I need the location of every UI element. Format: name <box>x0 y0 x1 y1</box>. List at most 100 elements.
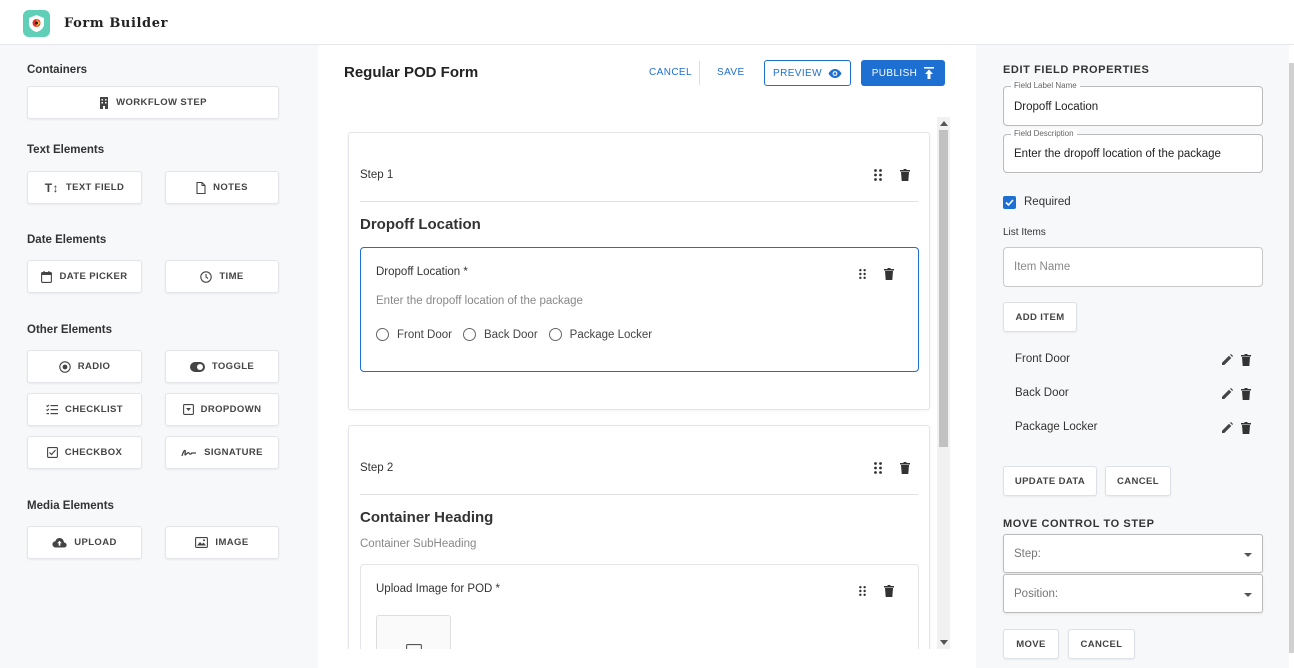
caret-down-icon <box>1244 593 1252 597</box>
list-item: Back Door <box>1015 387 1069 399</box>
radio-option-label: Front Door <box>397 328 452 341</box>
panel-scrollbar[interactable] <box>1289 45 1294 668</box>
container-subheading: Container SubHeading <box>360 538 477 550</box>
section-title-media: Media Elements <box>27 500 114 512</box>
field-label-name-input[interactable]: Field Label Name Dropoff Location <box>1003 81 1263 126</box>
shield-logo-icon <box>29 15 44 32</box>
text-field-button[interactable]: T↕ TEXT FIELD <box>27 171 142 204</box>
position-select-placeholder: Position: <box>1014 588 1059 600</box>
list-items-title: List Items <box>1003 227 1046 238</box>
trash-icon[interactable] <box>1241 422 1251 434</box>
properties-title: EDIT FIELD PROPERTIES <box>1003 64 1150 76</box>
time-button[interactable]: TIME <box>165 260 279 293</box>
field-description: Enter the dropoff location of the packag… <box>376 295 583 307</box>
required-checkbox[interactable] <box>1003 196 1016 209</box>
signature-button[interactable]: SIGNATURE <box>165 436 279 469</box>
notes-button[interactable]: NOTES <box>165 171 279 204</box>
edit-pencil-icon[interactable] <box>1221 354 1233 366</box>
workflow-step-label: WORKFLOW STEP <box>116 97 207 108</box>
scroll-down-arrow-icon[interactable] <box>940 640 948 645</box>
field-description-value: Enter the dropoff location of the packag… <box>1014 148 1221 160</box>
save-button[interactable]: SAVE <box>717 67 745 78</box>
toolbar-divider <box>699 61 700 85</box>
form-title: Regular POD Form <box>344 64 479 81</box>
time-label: TIME <box>219 271 244 282</box>
app-title: Form Builder <box>64 16 169 31</box>
workflow-step-button[interactable]: WORKFLOW STEP <box>27 86 279 119</box>
element-palette: Containers WORKFLOW STEP Text Elements T… <box>0 45 318 668</box>
item-name-input[interactable]: Item Name <box>1003 247 1263 287</box>
edit-pencil-icon[interactable] <box>1221 422 1233 434</box>
canvas-scrollbar[interactable] <box>937 117 950 649</box>
radio-option-label: Package Locker <box>569 328 653 341</box>
move-button[interactable]: MOVE <box>1003 629 1059 659</box>
image-button[interactable]: IMAGE <box>165 526 279 559</box>
cloud-upload-icon <box>52 537 67 548</box>
container-heading: Dropoff Location <box>360 216 481 233</box>
radio-option-front-door[interactable]: Front Door <box>376 328 452 341</box>
toggle-label: TOGGLE <box>211 361 255 372</box>
preview-button[interactable]: PREVIEW <box>764 60 851 86</box>
date-picker-label: DATE PICKER <box>59 271 128 282</box>
eye-icon <box>828 68 842 78</box>
upload-field-card[interactable]: Upload Image for POD * <box>360 564 919 649</box>
scroll-up-arrow-icon[interactable] <box>940 121 948 126</box>
scroll-thumb[interactable] <box>939 130 948 447</box>
drag-handle-icon[interactable] <box>858 585 867 597</box>
upload-button[interactable]: UPLOAD <box>27 526 142 559</box>
toggle-button[interactable]: TOGGLE <box>165 350 279 383</box>
drag-handle-icon[interactable] <box>873 168 883 182</box>
upload-label: UPLOAD <box>74 537 117 548</box>
drag-handle-icon[interactable] <box>873 461 883 475</box>
add-item-button[interactable]: ADD ITEM <box>1003 302 1077 332</box>
step-card-2[interactable]: Step 2 Container Heading Container SubHe… <box>348 425 930 649</box>
text-height-icon: T↕ <box>44 180 59 195</box>
trash-icon[interactable] <box>1241 388 1251 400</box>
checkbox-label: CHECKBOX <box>64 447 123 458</box>
cancel-button[interactable]: CANCEL <box>649 67 692 78</box>
step-card-1[interactable]: Step 1 Dropoff Location Dropoff Location… <box>348 132 930 410</box>
image-icon <box>195 537 209 548</box>
selected-field-card[interactable]: Dropoff Location * Enter the dropoff loc… <box>360 247 919 372</box>
step-select[interactable]: Step: <box>1003 534 1263 573</box>
cancel-edit-button[interactable]: CANCEL <box>1105 466 1171 496</box>
trash-icon[interactable] <box>900 169 910 181</box>
field-description-input[interactable]: Field Description Enter the dropoff loca… <box>1003 129 1263 173</box>
cancel-move-button[interactable]: CANCEL <box>1068 629 1135 659</box>
radio-button[interactable]: RADIO <box>27 350 142 383</box>
date-picker-button[interactable]: DATE PICKER <box>27 260 142 293</box>
update-data-button[interactable]: UPDATE DATA <box>1003 466 1097 496</box>
radio-circle-icon <box>376 328 389 341</box>
step-divider <box>360 494 918 495</box>
image-upload-placeholder[interactable] <box>376 615 451 649</box>
trash-icon[interactable] <box>884 585 894 597</box>
signature-icon <box>181 448 197 458</box>
field-label-legend: Field Label Name <box>1011 81 1080 90</box>
preview-label: PREVIEW <box>773 67 822 79</box>
top-bar: Form Builder <box>0 0 1294 45</box>
trash-icon[interactable] <box>884 268 894 280</box>
trash-icon[interactable] <box>1241 354 1251 366</box>
toggle-icon <box>189 361 205 372</box>
container-heading: Container Heading <box>360 509 494 526</box>
trash-icon[interactable] <box>900 462 910 474</box>
radio-option-back-door[interactable]: Back Door <box>462 328 538 341</box>
panel-scroll-thumb[interactable] <box>1289 63 1294 653</box>
dropdown-button[interactable]: DROPDOWN <box>165 393 279 426</box>
field-description-legend: Field Description <box>1011 129 1077 138</box>
checklist-button[interactable]: CHECKLIST <box>27 393 142 426</box>
radio-option-package-locker[interactable]: Package Locker <box>548 328 653 341</box>
radio-group: Front Door Back Door Package Locker <box>376 328 663 341</box>
publish-button[interactable]: PUBLISH <box>861 60 945 86</box>
checkbox-button[interactable]: CHECKBOX <box>27 436 142 469</box>
drag-handle-icon[interactable] <box>858 268 867 280</box>
position-select[interactable]: Position: <box>1003 574 1263 613</box>
required-label: Required <box>1024 196 1071 208</box>
section-title-date: Date Elements <box>27 234 107 246</box>
list-item: Front Door <box>1015 353 1070 365</box>
radio-circle-icon <box>462 328 476 341</box>
edit-pencil-icon[interactable] <box>1221 388 1233 400</box>
image-label: IMAGE <box>215 537 249 548</box>
notes-label: NOTES <box>213 182 248 193</box>
radio-circle-icon <box>548 328 562 341</box>
